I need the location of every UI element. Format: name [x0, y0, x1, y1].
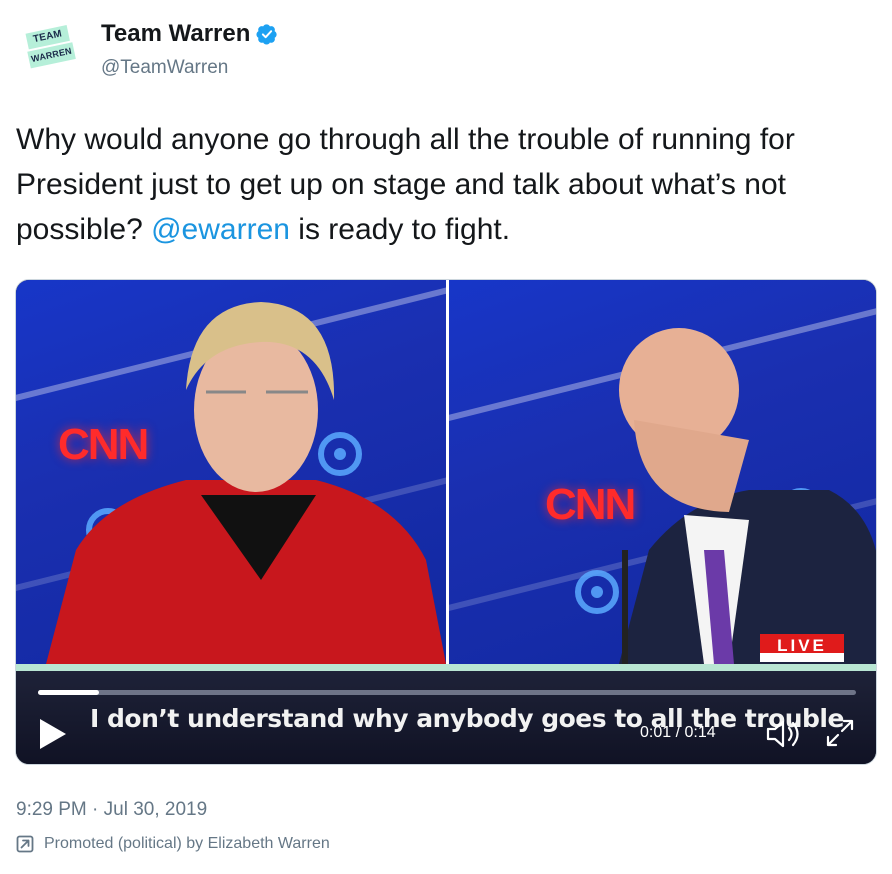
live-badge: LIVE [760, 634, 844, 662]
avatar[interactable]: TEAM WARREN [16, 14, 84, 82]
tweet-text-end: is ready to fight. [289, 213, 511, 246]
promoted-text: Promoted (political) by Elizabeth Warren [44, 835, 330, 852]
video-player[interactable]: CNN CNN LIVE I don’t understand why anyb… [15, 279, 877, 765]
speaker-right-figure [619, 328, 876, 664]
video-controls: I don’t understand why anybody goes to a… [16, 671, 876, 764]
video-frame-right: CNN LIVE [449, 280, 876, 664]
video-time: 0:01 / 0:14 [640, 724, 716, 741]
video-caption: I don’t understand why anybody goes to a… [90, 704, 844, 733]
tweet-text: Why would anyone go through all the trou… [16, 117, 876, 252]
tweet-timestamp[interactable]: 9:29 PM · Jul 30, 2019 [16, 799, 207, 821]
volume-icon[interactable] [764, 717, 804, 751]
mention-link[interactable]: @ewarren [151, 213, 290, 246]
verified-badge-icon [256, 24, 278, 45]
author-handle[interactable]: @TeamWarren [101, 57, 228, 79]
author-name-row[interactable]: Team Warren [101, 20, 278, 48]
play-icon[interactable] [40, 719, 66, 749]
fullscreen-icon[interactable] [822, 715, 858, 751]
video-frame-left: CNN [16, 280, 446, 664]
team-warren-logo: TEAM WARREN [23, 21, 78, 76]
display-name[interactable]: Team Warren [101, 20, 250, 48]
progress-bar[interactable] [38, 690, 856, 695]
promoted-label[interactable]: Promoted (political) by Elizabeth Warren [16, 835, 330, 853]
promoted-arrow-icon [16, 835, 34, 853]
speaker-left-figure [46, 302, 446, 664]
progress-fill [38, 690, 100, 695]
video-border-bar [16, 664, 876, 671]
